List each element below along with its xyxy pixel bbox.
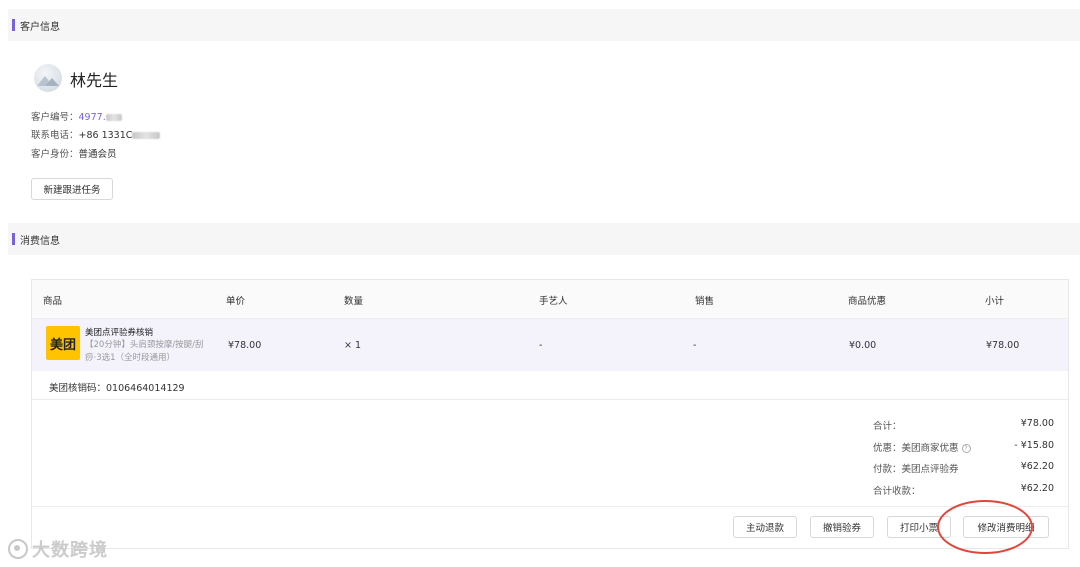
avatar [34,64,62,92]
table-row[interactable]: 美团 美团点评验券核销 【20分钟】头肩颈按摩/按腿/刮痧·3选1（全时段通用）… [32,319,1068,371]
artisan-cell: - [539,340,543,351]
revoke-voucher-button[interactable]: 撤销验券 [810,516,874,538]
watermark-logo-icon [8,539,28,559]
customer-phone-value: +86 1331C [78,130,133,141]
refund-button[interactable]: 主动退款 [733,516,797,538]
customer-identity-row: 客户身份：普通会员 [31,146,117,160]
customer-info-title: 客户信息 [20,21,60,33]
consumption-table: 商品 单价 数量 手艺人 销售 商品优惠 小计 美团 美团点评验券核销 【20分… [31,279,1069,549]
column-header-product: 商品 [43,296,63,307]
section-accent-bar [12,233,15,245]
customer-phone-row: 联系电话：+86 1331C [31,127,161,141]
summary-discount-label: 优惠：美团商家优惠? [873,440,971,454]
highlight-circle-annotation [937,500,1033,554]
summary-payment-label: 付款：美团点评验券 [873,464,959,475]
column-header-sales: 销售 [695,296,715,307]
unit-price-cell: ¥78.00 [228,340,262,351]
divider [32,506,1068,507]
summary-received-label: 合计收款： [873,486,921,497]
consumption-info-header: 消费信息 [8,223,1080,255]
subtotal-cell: ¥78.00 [986,340,1020,351]
quantity-cell: × 1 [344,340,362,351]
summary-discount-label-text: 优惠：美团商家优惠 [873,443,959,454]
product-title: 美团点评验券核销 [85,328,154,338]
customer-identity-value: 普通会员 [78,149,117,160]
customer-id-value[interactable]: 4977. [79,112,106,123]
column-header-unit-price: 单价 [226,296,246,307]
table-header: 商品 单价 数量 手艺人 销售 商品优惠 小计 [32,280,1068,319]
customer-identity-label: 客户身份： [31,149,79,160]
summary-discount-value: - ¥15.80 [1014,440,1054,451]
meituan-verify-code: 美团核销码：0106464014129 [49,383,185,394]
summary-payment-value: ¥62.20 [1020,461,1054,472]
new-follow-up-task-button[interactable]: 新建跟进任务 [31,178,113,200]
divider [32,399,1068,400]
redacted-mask [132,132,161,139]
watermark-text: 大数跨境 [32,540,108,561]
summary-total-label: 合计： [873,421,902,432]
sales-cell: - [693,340,697,351]
product-description: 【20分钟】头肩颈按摩/按腿/刮痧·3选1（全时段通用） [85,340,204,363]
customer-id-label: 客户编号： [31,112,79,123]
customer-id-row: 客户编号：4977. [31,109,122,123]
summary-received-value: ¥62.20 [1020,483,1054,494]
column-header-subtotal: 小计 [985,296,1005,307]
watermark: 大数跨境 [8,536,108,562]
summary-total-value: ¥78.00 [1020,418,1054,429]
customer-info-header: 客户信息 [8,9,1080,41]
help-question-icon[interactable]: ? [961,444,971,453]
meituan-logo: 美团 [46,326,80,360]
column-header-quantity: 数量 [344,296,364,307]
column-header-discount: 商品优惠 [848,296,887,307]
redacted-mask [105,114,122,121]
consumption-info-title: 消费信息 [20,235,60,247]
section-accent-bar [12,19,15,31]
discount-cell: ¥0.00 [849,340,877,351]
customer-phone-label: 联系电话： [31,130,79,141]
customer-name: 林先生 [70,71,119,90]
column-header-artisan: 手艺人 [539,296,568,307]
